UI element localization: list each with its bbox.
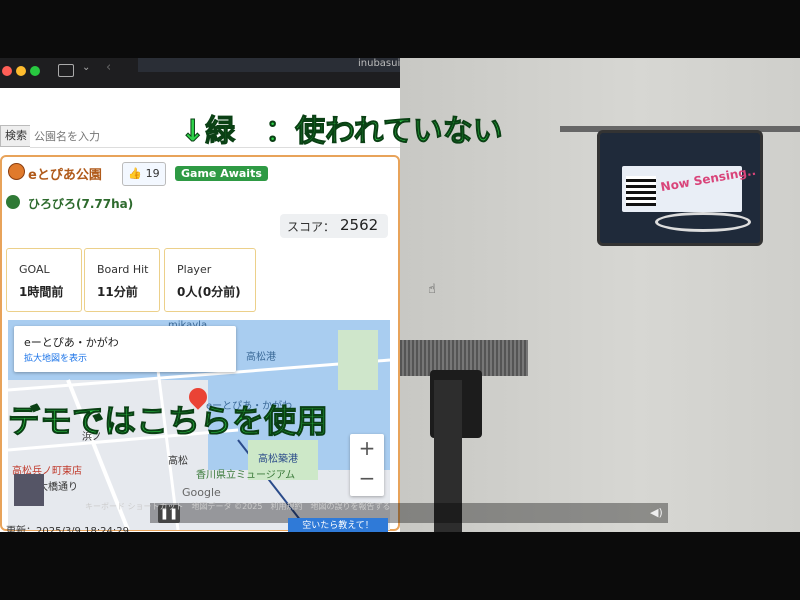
search-button[interactable]: 検索 xyxy=(0,125,32,147)
chevron-down-icon[interactable]: ⌄ xyxy=(82,62,90,73)
score-label: スコア： xyxy=(287,220,336,234)
caption-top: ↓緑 ：使われていない xyxy=(180,114,504,150)
stat-player: Player 0人(0分前) xyxy=(164,248,256,312)
map-zoom-control: + − xyxy=(350,434,384,496)
hand-cursor-icon: ☝ xyxy=(428,282,436,297)
basketball-icon xyxy=(8,163,25,180)
map-label: 高松築港 xyxy=(258,454,298,465)
qr-code-icon xyxy=(626,176,656,206)
notify-button[interactable]: 空いたら教えて！ xyxy=(288,518,388,532)
park-name: eとぴあ公園 xyxy=(28,168,102,183)
map-label: 香川県立ミュージアム xyxy=(196,470,296,481)
stat-value: 0人(0分前) xyxy=(177,285,241,299)
stat-value: 11分前 xyxy=(97,285,138,299)
bottom-letterbox xyxy=(0,532,800,600)
back-icon[interactable]: ‹ xyxy=(106,60,111,75)
volume-icon[interactable]: ◀) xyxy=(650,506,663,519)
status-badge: Game Awaits xyxy=(175,166,268,181)
sidebar-toggle-icon[interactable] xyxy=(58,64,74,77)
caption-bottom: デモではこちらを使用 xyxy=(7,402,329,441)
stat-value: 1時間前 xyxy=(19,285,64,299)
close-window-icon[interactable] xyxy=(2,66,12,76)
minimize-window-icon[interactable] xyxy=(16,66,26,76)
google-logo: Google xyxy=(182,486,221,499)
park-area: ひろびろ(7.77ha) xyxy=(28,197,134,211)
url-fragment[interactable]: inubasui xyxy=(358,58,400,69)
map-thumbnail[interactable] xyxy=(14,474,44,506)
stat-label: Player xyxy=(177,263,212,276)
top-letterbox xyxy=(0,0,800,58)
like-button[interactable]: 👍 19 xyxy=(122,162,166,186)
stat-label: GOAL xyxy=(19,263,50,276)
stat-board-hit: Board Hit 11分前 xyxy=(84,248,160,312)
tree-icon xyxy=(6,195,20,209)
basketball-hoop xyxy=(655,212,751,232)
map-card-title: eーとぴあ・かがわ xyxy=(24,336,119,349)
map-label: 大橋通り xyxy=(38,482,78,493)
map-label: 高松 xyxy=(168,456,188,467)
map-attribution: キーボード ショートカット 地図データ ©2025 利用規約 地図の誤りを報告す… xyxy=(85,502,391,511)
maximize-window-icon[interactable] xyxy=(30,66,40,76)
score-value: 2562 xyxy=(340,216,379,234)
stat-goal: GOAL 1時間前 xyxy=(6,248,82,312)
zoom-out-button[interactable]: − xyxy=(350,466,384,490)
zoom-in-button[interactable]: + xyxy=(350,436,384,460)
map-label: 高松港 xyxy=(246,352,276,363)
map-enlarge-link[interactable]: 拡大地図を表示 xyxy=(24,351,87,364)
stat-label: Board Hit xyxy=(97,263,149,276)
